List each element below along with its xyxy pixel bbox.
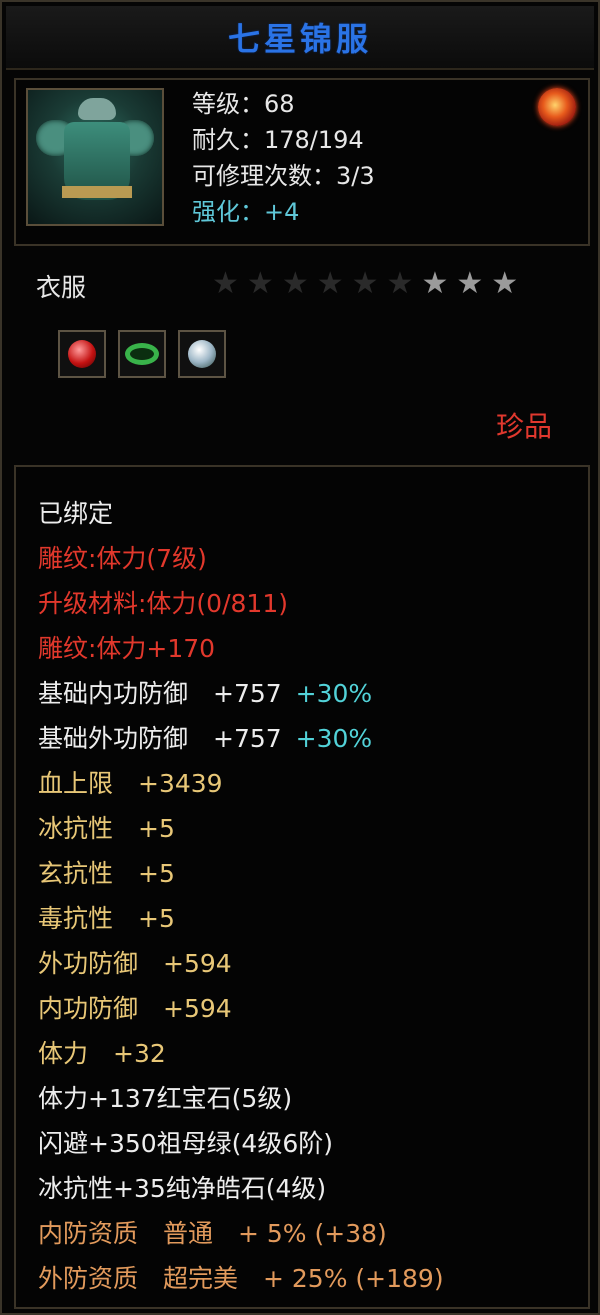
- attribute-text: 基础内功防御 +757: [38, 679, 282, 708]
- attribute-text: 血上限 +3439: [38, 769, 223, 798]
- attribute-line: 基础内功防御 +757 +30%: [38, 671, 444, 716]
- attribute-bonus: +30%: [295, 724, 373, 753]
- attribute-text: 体力 +32: [38, 1039, 166, 1068]
- armor-icon: [26, 88, 164, 226]
- attribute-line: 闪避+350祖母绿(4级6阶): [38, 1121, 444, 1166]
- attribute-line: 体力 +32: [38, 1031, 444, 1076]
- star-icon: ★: [351, 266, 379, 301]
- dragon-emblem-icon: [538, 88, 576, 126]
- level-stat: 等级：68: [192, 90, 295, 118]
- attribute-line: 已绑定: [38, 491, 444, 536]
- attribute-line: 血上限 +3439: [38, 761, 444, 806]
- attribute-line: 雕纹:体力(7级): [38, 536, 444, 581]
- rarity-label: 珍品: [495, 410, 552, 443]
- attribute-text: 体力+137红宝石(5级): [38, 1084, 293, 1113]
- attribute-list: 已绑定雕纹:体力(7级) 升级材料:体力(0/811) 雕纹:体力+170 基础内功防…: [38, 491, 444, 1301]
- attribute-line: 外功防御 +594: [38, 941, 444, 986]
- star-icon: ★: [421, 266, 449, 301]
- attribute-text: 冰抗性 +5: [38, 814, 175, 843]
- attribute-text: 闪避+350祖母绿(4级6阶): [38, 1129, 333, 1158]
- item-stats: 等级：68 耐久：178/194 可修理次数：3/3 强化：+4: [192, 86, 375, 230]
- ruby-gem-icon[interactable]: [58, 330, 106, 378]
- attribute-line: 升级材料:体力(0/811): [38, 581, 444, 626]
- attribute-line: 内功防御 +594: [38, 986, 444, 1031]
- attribute-line: 毒抗性 +5: [38, 896, 444, 941]
- attribute-text: 内功防御 +594: [38, 994, 232, 1023]
- durability-stat: 耐久：178/194: [192, 126, 364, 154]
- star-icon: ★: [456, 266, 484, 301]
- attribute-line: 基础外功防御 +757 +30%: [38, 716, 444, 761]
- attribute-text: 冰抗性+35纯净皓石(4级): [38, 1174, 327, 1203]
- star-icon: ★: [212, 266, 239, 301]
- attribute-bonus: +30%: [295, 679, 373, 708]
- star-icon: ★: [491, 266, 519, 301]
- item-details-panel: 已绑定雕纹:体力(7级) 升级材料:体力(0/811) 雕纹:体力+170 基础内功防…: [14, 465, 590, 1309]
- attribute-text: 升级材料:体力(0/811): [38, 589, 288, 618]
- star-icon: ★: [386, 266, 414, 301]
- item-category: 衣服: [36, 273, 87, 302]
- attribute-line: 体力+137红宝石(5级): [38, 1076, 444, 1121]
- attribute-text: 已绑定: [38, 499, 114, 528]
- item-tooltip: 七星锦服 等级：68 耐久：178/194 可修理次数：3/3 强化：+4 衣服…: [0, 0, 600, 1315]
- attribute-text: 外防资质 超完美 + 25% (+189): [38, 1264, 444, 1293]
- attribute-text: 外功防御 +594: [38, 949, 232, 978]
- white-crystal-gem-icon[interactable]: [178, 330, 226, 378]
- star-icon: ★: [246, 266, 274, 301]
- attribute-line: 内防资质 普通 + 5% (+38): [38, 1211, 444, 1256]
- star-rating: ★ ★ ★ ★ ★ ★ ★ ★ ★: [212, 266, 518, 302]
- attribute-line: 冰抗性+35纯净皓石(4级): [38, 1166, 444, 1211]
- attribute-text: 雕纹:体力(7级): [38, 544, 207, 573]
- emerald-ring-icon[interactable]: [118, 330, 166, 378]
- attribute-text: 内防资质 普通 + 5% (+38): [38, 1219, 387, 1248]
- attribute-line: 冰抗性 +5: [38, 806, 444, 851]
- attribute-text: 玄抗性 +5: [38, 859, 175, 888]
- item-name: 七星锦服: [227, 20, 372, 58]
- star-icon: ★: [281, 266, 309, 301]
- enhance-stat: 强化：+4: [192, 198, 300, 226]
- repair-count-stat: 可修理次数：3/3: [192, 162, 375, 190]
- attribute-line: 玄抗性 +5: [38, 851, 444, 896]
- title-bar: 七星锦服: [6, 6, 594, 70]
- gem-sockets: [58, 330, 226, 378]
- attribute-line: 外防资质 超完美 + 25% (+189): [38, 1256, 444, 1301]
- star-icon: ★: [316, 266, 344, 301]
- attribute-text: 毒抗性 +5: [38, 904, 175, 933]
- attribute-text: 雕纹:体力+170: [38, 634, 216, 663]
- item-header-panel: 等级：68 耐久：178/194 可修理次数：3/3 强化：+4: [14, 78, 590, 246]
- attribute-text: 基础外功防御 +757: [38, 724, 282, 753]
- attribute-line: 雕纹:体力+170: [38, 626, 444, 671]
